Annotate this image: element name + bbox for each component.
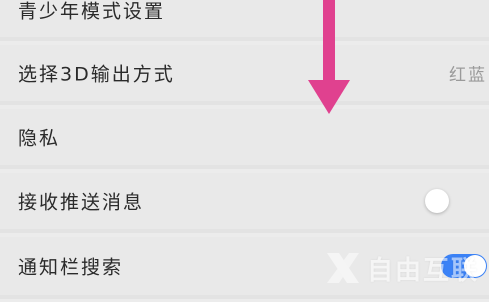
toggle-knob: [425, 189, 449, 213]
push-messages-toggle[interactable]: [425, 189, 469, 213]
down-arrow-icon: [308, 0, 350, 114]
settings-item-label: 隐私: [18, 127, 61, 150]
settings-item-teen-mode[interactable]: 青少年模式设置: [0, 0, 489, 41]
settings-item-value: 红蓝: [449, 65, 487, 86]
settings-item-push-messages[interactable]: 接收推送消息: [0, 173, 489, 233]
x-logo-icon: [326, 253, 359, 283]
settings-item-privacy[interactable]: 隐私: [0, 109, 489, 169]
settings-item-label: 选择3D输出方式: [18, 63, 175, 86]
settings-item-label: 接收推送消息: [18, 191, 145, 214]
watermark-text: 自由互联: [366, 255, 479, 286]
settings-item-3d-output[interactable]: 选择3D输出方式 红蓝: [0, 45, 489, 105]
settings-screen: 青少年模式设置 选择3D输出方式 红蓝 隐私 接收推送消息 通知栏搜索 自由互联: [0, 0, 489, 302]
settings-item-label: 青少年模式设置: [18, 0, 166, 23]
watermark: 自由互联: [323, 248, 479, 288]
settings-item-label: 通知栏搜索: [18, 256, 124, 279]
